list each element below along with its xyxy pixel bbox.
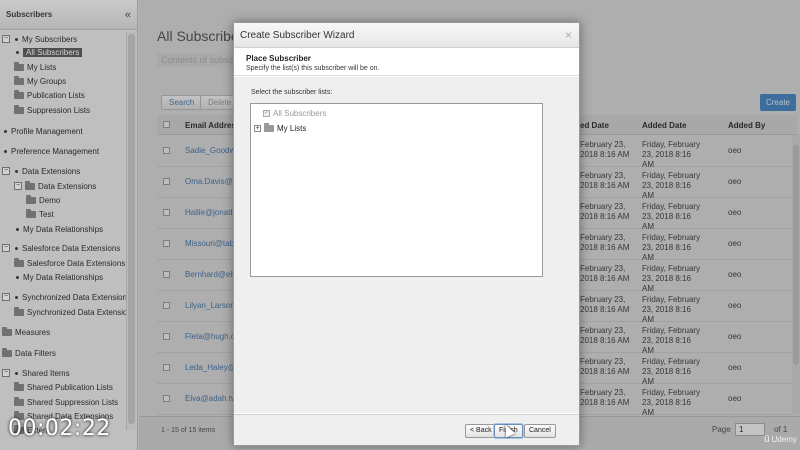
back-button[interactable]: < Back — [465, 424, 497, 438]
video-timecode: 00:02:22 — [8, 416, 111, 441]
folder-icon — [264, 122, 274, 132]
list-select-label: Select the subscriber lists: — [251, 89, 333, 96]
cancel-button[interactable]: Cancel — [524, 424, 556, 438]
dialog-title: Create Subscriber Wizard — [240, 30, 355, 41]
create-subscriber-dialog: Create Subscriber Wizard × Place Subscri… — [233, 22, 580, 446]
expand-icon[interactable]: + — [254, 124, 261, 132]
step-description: Specify the list(s) this subscriber will… — [246, 65, 380, 72]
watermark-text: Udemy — [771, 435, 797, 444]
all-subscribers-checkbox[interactable]: ✓ — [263, 109, 270, 117]
udemy-watermark: ü Udemy — [764, 434, 797, 445]
dialog-titlebar: Create Subscriber Wizard × — [234, 23, 579, 48]
step-title: Place Subscriber — [246, 54, 311, 63]
dialog-body: Select the subscriber lists: ✓ All Subsc… — [234, 77, 579, 413]
list-item-label: My Lists — [277, 123, 307, 133]
list-item-label: All Subscribers — [273, 108, 327, 118]
dialog-footer: < Back Finish Cancel — [234, 414, 579, 445]
list-item-my-lists[interactable]: + My Lists — [254, 122, 306, 134]
close-icon[interactable]: × — [565, 28, 572, 42]
list-item-all-subscribers[interactable]: ✓ All Subscribers — [263, 107, 326, 119]
subscriber-list-tree: ✓ All Subscribers + My Lists — [250, 103, 543, 277]
wizard-step-header: Place Subscriber Specify the list(s) thi… — [234, 49, 579, 76]
udemy-logo-icon: ü — [764, 434, 770, 445]
